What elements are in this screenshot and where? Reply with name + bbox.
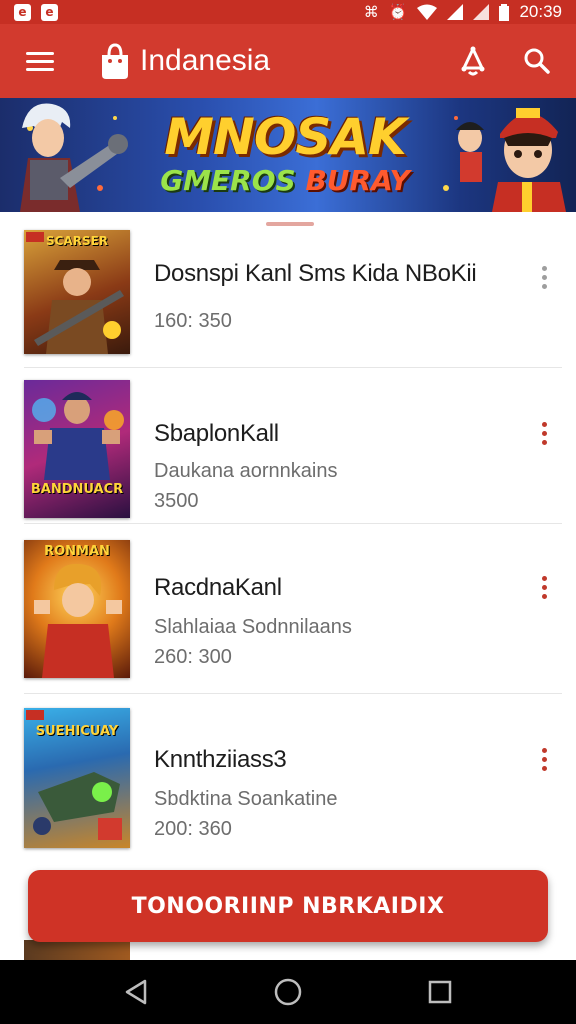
recents-icon	[428, 980, 452, 1004]
signal-icon	[473, 4, 490, 20]
download-button[interactable]: TONOORIINP NBRKAIDIX	[28, 870, 548, 942]
more-dot	[541, 275, 547, 280]
game-title: RacdnaKanl	[154, 574, 282, 601]
bag-logo-icon	[102, 43, 128, 79]
list-item-partial[interactable]	[24, 940, 130, 960]
search-icon	[524, 48, 550, 74]
more-dot	[541, 431, 547, 436]
list-item-text: Dosnspi Kanl Sms Kida NBoKii 160: 350	[154, 230, 562, 367]
banner-subtitle: GMEROS BURAY	[140, 164, 430, 197]
more-dot	[541, 284, 547, 289]
promo-banner[interactable]: MNOSAK GMEROS BURAY	[0, 98, 576, 212]
game-cover-image[interactable]: SCARSER	[24, 230, 130, 354]
list-item-text: SbaplonKall Daukana aornnkains 3500	[154, 380, 562, 523]
menu-line	[26, 59, 54, 63]
cover-vehicle	[33, 772, 122, 840]
app-title: Indanesia	[140, 44, 271, 77]
banner-title: MNOSAK	[164, 108, 407, 166]
game-cover-image[interactable]: RONMAN	[24, 540, 130, 678]
app-screen: e e ⌘ ⏰ 20:39 Indanesia MNOSAK GMEROS BU…	[0, 0, 576, 1024]
wifi-icon	[417, 4, 438, 20]
recents-button[interactable]	[420, 972, 460, 1012]
list-item[interactable]: BANDNUACR SbaplonKall Daukana aornnkains…	[24, 380, 562, 524]
nfc-icon: ⌘	[363, 3, 379, 21]
hero-right-illustration	[443, 108, 566, 212]
search-button[interactable]	[516, 40, 558, 82]
menu-line	[26, 67, 54, 71]
battery-icon	[499, 3, 510, 21]
hero-left-illustration	[20, 103, 128, 212]
game-count: 3500	[154, 490, 199, 512]
game-count: 160: 350	[154, 310, 232, 332]
signal-icon	[447, 4, 464, 20]
banner-subtitle-part: BURAY	[305, 164, 410, 197]
game-title: Dosnspi Kanl Sms Kida NBoKii	[154, 260, 477, 287]
clock: 20:39	[519, 2, 562, 21]
game-count: 260: 300	[154, 646, 232, 668]
cover-character	[34, 260, 124, 354]
notification-bell-icon	[461, 46, 485, 76]
list-item[interactable]: RONMAN RacdnaKanl Slahlaiaa Sodnnilaans …	[24, 540, 562, 694]
more-options-button[interactable]	[538, 266, 550, 289]
status-right: ⌘ ⏰ 20:39	[364, 2, 562, 22]
status-left: e e	[14, 3, 58, 21]
more-dot	[541, 594, 547, 599]
more-dot	[541, 757, 547, 762]
drag-handle[interactable]	[266, 222, 314, 226]
banner-subtitle-part: GMEROS	[160, 164, 306, 197]
alarm-icon: ⏰	[388, 3, 408, 21]
list-item-text: RacdnaKanl Slahlaiaa Sodnnilaans 260: 30…	[154, 540, 562, 693]
home-icon	[274, 978, 302, 1006]
menu-line	[26, 51, 54, 55]
app-bar-actions	[452, 40, 558, 82]
notification-button[interactable]	[452, 40, 494, 82]
game-cover-image[interactable]: BANDNUACR	[24, 380, 130, 518]
more-options-button[interactable]	[538, 576, 550, 599]
more-dot	[541, 766, 547, 771]
game-subtitle: Slahlaiaa Sodnnilaans	[154, 616, 352, 638]
game-title: SbaplonKall	[154, 420, 279, 447]
game-count: 200: 360	[154, 818, 232, 840]
more-dot	[541, 585, 547, 590]
list-item[interactable]: SCARSER Dosnspi Kanl Sms Kida NBoKii 160…	[24, 230, 562, 368]
more-dot	[541, 422, 547, 427]
cover-character	[34, 563, 122, 678]
menu-button[interactable]	[20, 41, 60, 81]
back-button[interactable]	[116, 972, 156, 1012]
list-item[interactable]: SUEHICUAY Knnthziiass3 Sbdktina Soankati…	[24, 708, 562, 856]
more-dot	[541, 440, 547, 445]
status-bar: e e ⌘ ⏰ 20:39	[0, 0, 576, 24]
more-dot	[541, 576, 547, 581]
game-title: Knnthziiass3	[154, 746, 287, 773]
more-options-button[interactable]	[538, 422, 550, 445]
list-item-text: Knnthziiass3 Sbdktina Soankatine 200: 36…	[154, 708, 562, 856]
game-subtitle: Sbdktina Soankatine	[154, 788, 338, 810]
more-dot	[541, 266, 547, 271]
home-button[interactable]	[268, 972, 308, 1012]
cover-character	[32, 392, 124, 480]
navigation-bar	[0, 960, 576, 1024]
back-icon	[125, 979, 147, 1005]
cover-title: BANDNUACR	[30, 482, 124, 497]
game-subtitle: Daukana aornnkains	[154, 460, 338, 482]
more-options-button[interactable]	[538, 748, 550, 771]
app-bar: Indanesia	[0, 24, 576, 98]
game-cover-image[interactable]: SUEHICUAY	[24, 708, 130, 848]
more-dot	[541, 748, 547, 753]
notification-icon: e	[14, 3, 31, 21]
notification-icon: e	[41, 3, 58, 21]
